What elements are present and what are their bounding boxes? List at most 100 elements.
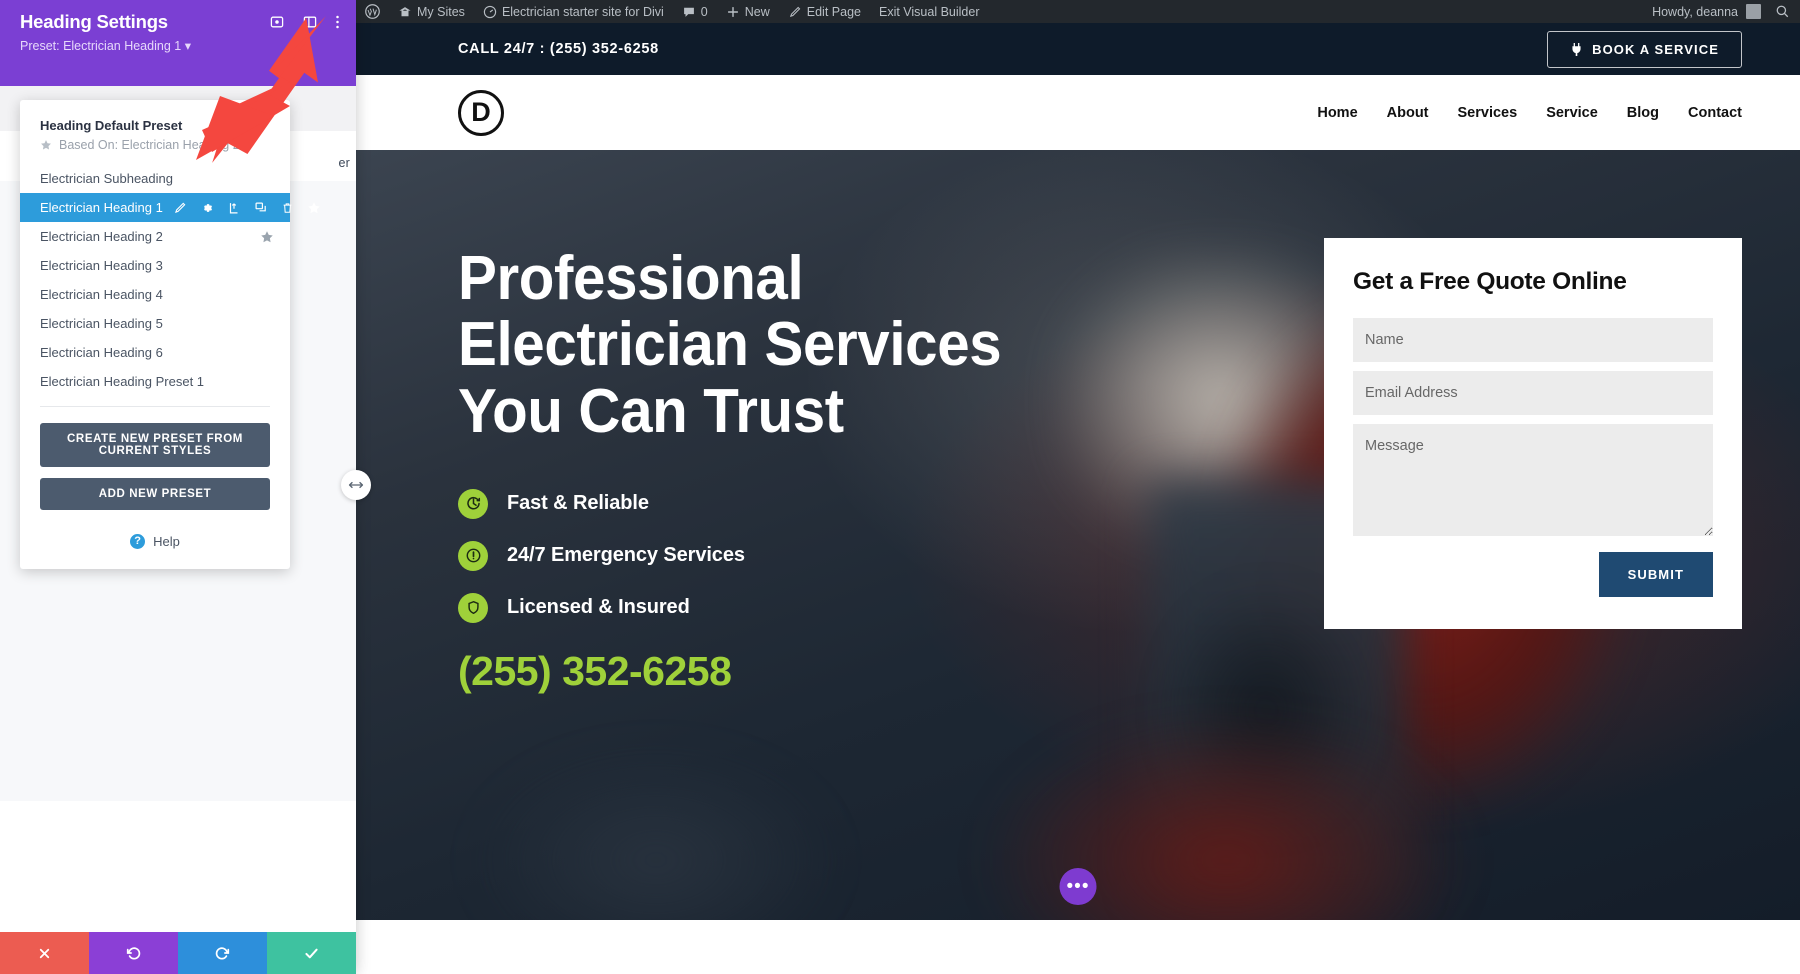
preset-list: Electrician Subheading Electrician Headi… [20,164,320,396]
howdy-label[interactable]: Howdy, deanna [1652,5,1746,19]
preset-item-electrician-heading-4[interactable]: Electrician Heading 4 [20,280,290,309]
export-icon[interactable] [227,201,241,215]
panel-hidden-tab-label: er [338,156,350,170]
panel-body: er Heading Default Preset Based On: Elec… [0,64,356,974]
preset-item-label: Electrician Heading 3 [40,258,163,273]
hero-feature-label: Fast & Reliable [507,492,649,515]
nav-item-service[interactable]: Service [1546,105,1598,121]
create-new-preset-button[interactable]: CREATE NEW PRESET FROM CURRENT STYLES [40,423,270,467]
comment-count: 0 [700,4,708,19]
set-default-star-icon[interactable] [307,201,321,215]
admin-bar-new[interactable]: New [717,0,779,23]
nav-item-home[interactable]: Home [1317,105,1357,121]
panel-resize-handle[interactable] [341,470,371,500]
site-header: D Home About Services Service Blog Conta… [356,75,1800,150]
admin-bar-site-name[interactable]: Electrician starter site for Divi [474,0,673,23]
preset-item-electrician-heading-1[interactable]: Electrician Heading 1 [20,193,320,222]
plug-icon [1570,42,1583,57]
submit-row: SUBMIT [1353,552,1713,597]
book-a-service-button[interactable]: BOOK A SERVICE [1547,30,1742,68]
preset-item-electrician-heading-preset-1[interactable]: Electrician Heading Preset 1 [20,367,290,396]
more-vertical-icon[interactable] [335,14,340,30]
hero-heading-line-3: You Can Trust [458,376,844,446]
preset-item-electrician-subheading[interactable]: Electrician Subheading [20,164,290,193]
divi-logo[interactable]: D [458,89,504,136]
email-input[interactable] [1353,371,1713,415]
default-preset-title: Heading Default Preset [40,118,183,133]
book-a-service-label: BOOK A SERVICE [1592,41,1719,57]
message-input[interactable] [1353,424,1713,536]
chevron-down-icon: ▾ [184,39,191,53]
preset-dropdown: Heading Default Preset Based On: Electri… [20,100,320,569]
sites-icon [398,5,412,19]
panel-header: Heading Settings Preset: Electrician Hea… [0,0,356,64]
admin-bar-my-sites[interactable]: My Sites [389,0,474,23]
alert-icon [458,540,488,571]
save-button[interactable] [267,932,356,974]
edit-page-label: Edit Page [806,4,861,19]
nav-item-services[interactable]: Services [1458,105,1518,121]
hero-content: Professional Electrician Services You Ca… [356,150,1800,695]
divi-floating-menu-button[interactable]: ••• [1059,868,1097,905]
preset-item-actions [173,201,321,215]
target-icon[interactable] [269,14,285,30]
preset-item-label: Electrician Heading Preset 1 [40,374,205,389]
search-icon[interactable] [1775,4,1790,19]
delete-trash-icon[interactable] [281,201,294,215]
admin-bar-right: Howdy, deanna [1652,4,1800,19]
panel-strip [0,64,356,86]
redo-button[interactable] [178,932,267,974]
add-new-preset-button[interactable]: ADD NEW PRESET [40,478,270,510]
duplicate-icon[interactable] [254,201,268,215]
dashboard-icon [483,5,497,19]
dropdown-default-preset[interactable]: Heading Default Preset Based On: Electri… [20,112,290,154]
panel-preset-selector[interactable]: Preset: Electrician Heading 1 ▾ [20,38,340,53]
nav-item-blog[interactable]: Blog [1627,105,1659,121]
admin-bar-edit-page[interactable]: Edit Page [779,0,870,23]
wordpress-logo-icon[interactable] [356,0,389,23]
hero-feature-item: Licensed & Insured [458,592,1158,623]
preset-item-label: Electrician Heading 5 [40,316,163,331]
dropdown-buttons: CREATE NEW PRESET FROM CURRENT STYLES AD… [20,407,290,510]
settings-gear-icon[interactable] [200,201,214,215]
question-mark-icon: ? [130,534,146,549]
help-link[interactable]: ? Help [20,521,290,569]
pencil-icon [788,5,802,19]
submit-button[interactable]: SUBMIT [1598,552,1713,597]
preset-item-label: Electrician Heading 1 [40,200,163,215]
site-topbar: CALL 24/7 : (255) 352-6258 BOOK A SERVIC… [356,23,1800,75]
quote-form-title: Get a Free Quote Online [1353,268,1627,295]
main-nav: Home About Services Service Blog Contact [1317,105,1742,121]
preset-item-electrician-heading-3[interactable]: Electrician Heading 3 [20,251,290,280]
hero-bg-blur [476,750,836,920]
nav-item-about[interactable]: About [1387,105,1429,121]
panel-header-row: Heading Settings [20,11,340,33]
preset-item-label: Electrician Subheading [40,171,173,186]
comment-bubble-icon [682,5,696,19]
hero-phone-number[interactable]: (255) 352-6258 [458,648,1158,695]
admin-bar-comments[interactable]: 0 [673,0,717,23]
default-preset-star-icon[interactable] [260,230,274,244]
close-x-icon [37,946,52,961]
quote-form-card: Get a Free Quote Online SUBMIT [1324,238,1742,629]
shield-icon [458,592,488,623]
panel-header-icons [269,14,340,30]
preset-item-electrician-heading-6[interactable]: Electrician Heading 6 [20,338,290,367]
layout-columns-icon[interactable] [302,14,318,30]
panel-action-bar [0,932,356,974]
rename-pencil-icon[interactable] [173,201,187,215]
name-input[interactable] [1353,318,1713,362]
discard-changes-button[interactable] [0,932,89,974]
avatar[interactable] [1746,4,1761,19]
topbar-phone[interactable]: CALL 24/7 : (255) 352-6258 [458,41,659,57]
hero-feature-item: Fast & Reliable [458,488,1158,519]
hero-left-column: Professional Electrician Services You Ca… [458,245,1158,695]
preset-item-electrician-heading-2[interactable]: Electrician Heading 2 [20,222,290,251]
admin-bar-exit-visual-builder[interactable]: Exit Visual Builder [870,0,989,23]
undo-button[interactable] [89,932,178,974]
based-on-label: Based On: Electrician Heading 2 [59,138,240,152]
star-icon [40,139,52,151]
preset-item-electrician-heading-5[interactable]: Electrician Heading 5 [20,309,290,338]
history-icon [458,488,488,519]
nav-item-contact[interactable]: Contact [1688,105,1742,121]
